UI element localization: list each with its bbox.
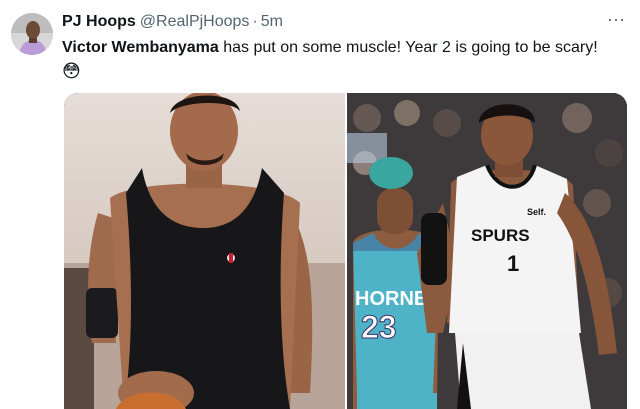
tweet-text-mention: Victor Wembanyama <box>62 39 219 56</box>
avatar[interactable] <box>11 13 53 55</box>
jersey-sponsor: Self. <box>527 207 546 217</box>
tweet-media: HORNETS 23 SPURS 1 Self. <box>64 93 627 409</box>
tweet-header: PJ Hoops @RealPjHoops · 5m <box>62 12 283 32</box>
media-photo-right[interactable]: HORNETS 23 SPURS 1 Self. <box>347 93 627 409</box>
author-handle[interactable]: @RealPjHoops <box>140 13 250 30</box>
media-photo-left[interactable] <box>64 93 345 409</box>
player-workout-image <box>64 93 345 409</box>
tweet-text-body: has put on some muscle! Year 2 is going … <box>218 39 598 56</box>
hornets-jersey-number: 23 <box>361 309 397 345</box>
flushed-face-emoji: 😳 <box>62 61 81 81</box>
more-options-icon[interactable]: ··· <box>606 10 626 32</box>
author-name[interactable]: PJ Hoops <box>62 13 136 30</box>
spurs-jersey-text: SPURS <box>471 226 530 245</box>
avatar-image <box>11 13 53 55</box>
separator-dot: · <box>252 13 258 30</box>
game-action-image: HORNETS 23 SPURS 1 Self. <box>347 93 627 409</box>
tweet-timestamp[interactable]: 5m <box>261 13 283 30</box>
spurs-jersey-number: 1 <box>507 251 519 276</box>
tweet-text: Victor Wembanyama has put on some muscle… <box>62 37 632 83</box>
